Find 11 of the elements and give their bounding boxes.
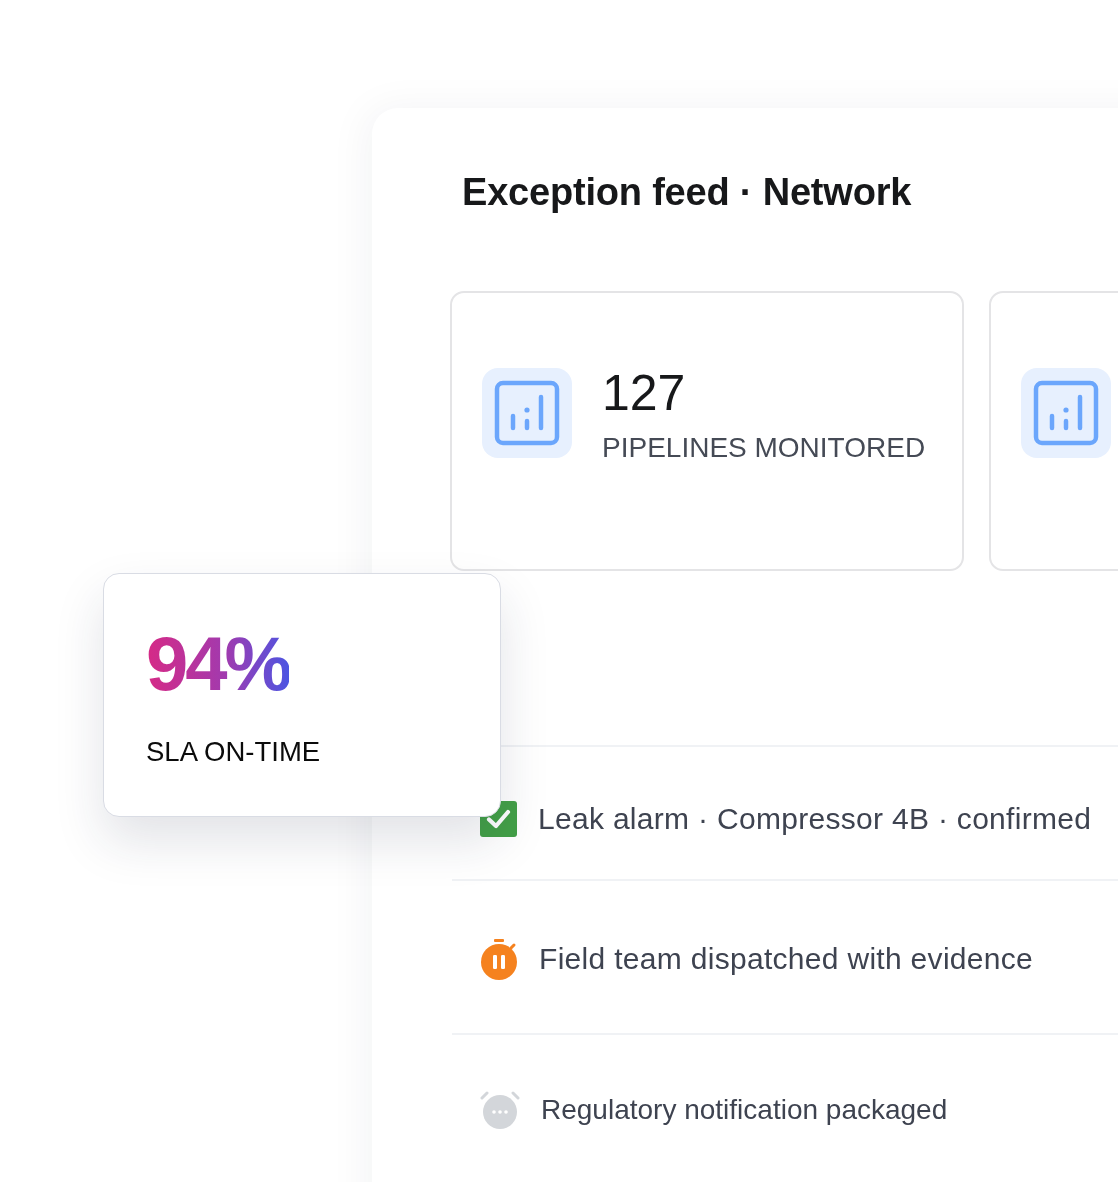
feed-item-text: Field team dispatched with evidence <box>539 941 1034 978</box>
feed-item-text: Leak alarm · Compressor 4B · confirmed <box>538 800 1092 837</box>
chart-icon <box>1021 367 1111 458</box>
stopwatch-icon <box>480 938 518 980</box>
chart-icon <box>482 367 572 458</box>
panel-title: Exception feed · Network <box>462 170 913 215</box>
stat-value: 127 <box>602 365 687 421</box>
alarm-clock-icon <box>480 1089 520 1130</box>
sla-label: SLA ON-TIME <box>146 735 322 768</box>
stat-label: PIPELINES MONITORED <box>602 430 926 465</box>
feed-item-text: Regulatory notification packaged <box>541 1092 948 1127</box>
